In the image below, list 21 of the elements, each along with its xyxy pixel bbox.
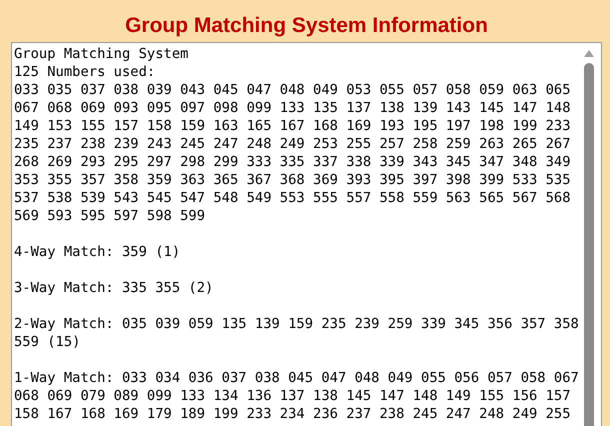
page-title: Group Matching System Information — [124, 14, 489, 38]
output-text-area[interactable] — [11, 42, 602, 426]
text-line: 068 069 079 089 099 133 134 136 137 138 145 147 148 149 155 156 157 — [14, 387, 572, 405]
scrollbar-thumb[interactable] — [584, 63, 594, 426]
text-line: 1-Way Match: 033 034 036 037 038 045 047 048 049 055 056 057 058 067 — [14, 369, 580, 387]
text-line: 559 (15) — [14, 333, 82, 351]
text-line: 353 355 357 358 359 363 365 367 368 369 393 395 397 398 399 533 535 — [14, 171, 572, 189]
text-line: 125 Numbers used: — [14, 63, 156, 81]
text-line: 569 593 595 597 598 599 — [14, 207, 206, 225]
text-line: 033 035 037 038 039 043 045 047 048 049 053 055 057 058 059 063 065 — [14, 81, 572, 99]
text-line: 149 153 155 157 158 159 163 165 167 168 169 193 195 197 198 199 233 — [14, 117, 572, 135]
text-line: 3-Way Match: 335 355 (2) — [14, 279, 214, 297]
text-line: 067 068 069 093 095 097 098 099 133 135 137 138 139 143 145 147 148 — [14, 99, 572, 117]
text-line: 4-Way Match: 359 (1) — [14, 243, 182, 261]
text-line: 268 269 293 295 297 298 299 333 335 337 338 339 343 345 347 348 349 — [14, 153, 572, 171]
text-line: 2-Way Match: 035 039 059 135 139 159 235 239 259 339 345 356 357 358 — [14, 315, 580, 333]
text-line: 235 237 238 239 243 245 247 248 249 253 255 257 258 259 263 265 267 — [14, 135, 572, 153]
text-line: 158 167 168 169 179 189 199 233 234 236 237 238 245 247 248 249 255 — [14, 405, 572, 423]
text-line: 537 538 539 543 545 547 548 549 553 555 557 558 559 563 565 567 568 — [14, 189, 572, 207]
scroll-up-icon[interactable] — [584, 50, 594, 57]
text-line: Group Matching System — [14, 45, 190, 63]
